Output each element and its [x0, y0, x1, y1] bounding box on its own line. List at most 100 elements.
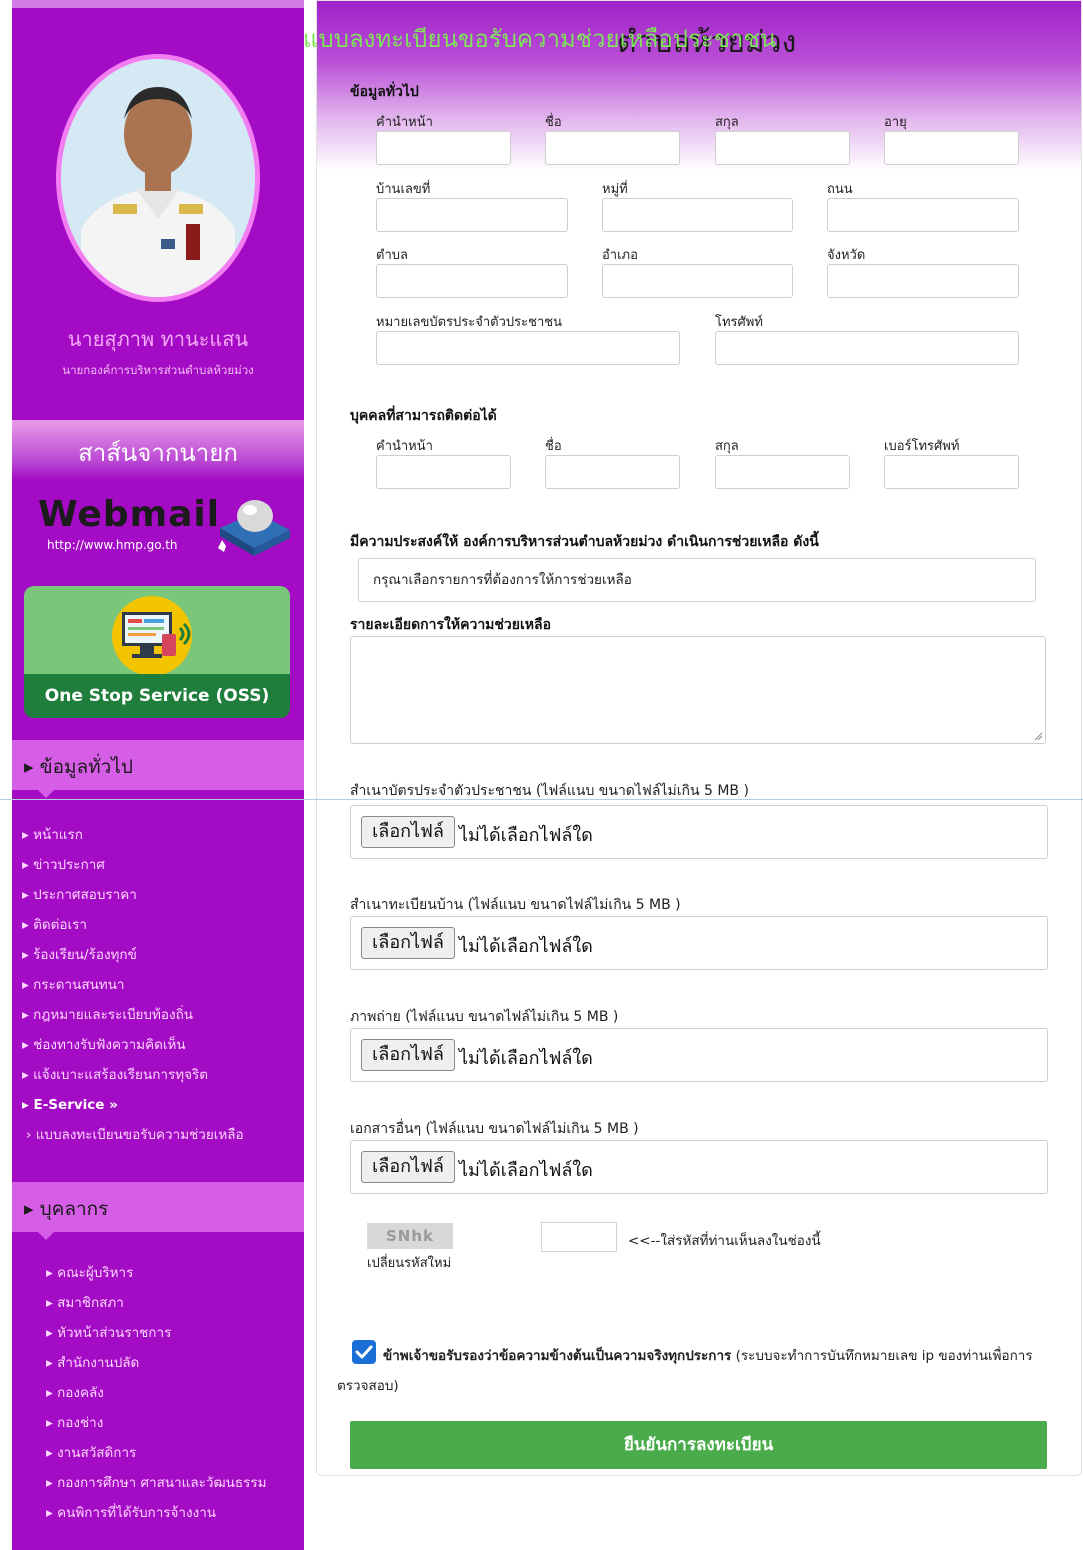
amphoe-label: อำเภอ [602, 248, 638, 263]
personnel-item-label: กองการศึกษา ศาสนาและวัฒนธรรม [57, 1475, 267, 1491]
phone-label: โทรศัพท์ [715, 315, 763, 330]
webmail-button-icon [218, 500, 290, 556]
prefix-input[interactable] [376, 131, 511, 165]
mayor-portrait [61, 59, 255, 297]
citizen-id-input[interactable] [376, 331, 680, 365]
contact-phone-input[interactable] [884, 455, 1019, 489]
last-name-input[interactable] [715, 131, 850, 165]
help-type-select[interactable]: กรุณาเลือกรายการที่ต้องการให้การช่วยเหลื… [358, 558, 1036, 602]
contact-prefix-input[interactable] [376, 455, 511, 489]
personnel-item[interactable]: ▸ คนพิการที่ได้รับการจ้างงาน [12, 1498, 304, 1528]
bullet-icon: ▸ [24, 756, 34, 778]
personnel-item[interactable]: ▸ คณะผู้บริหาร [12, 1258, 304, 1288]
section-arrow-icon [38, 790, 54, 798]
sidebar: นายสุภาพ ทานะแสน นายกองค์การบริหารส่วนตำ… [12, 0, 304, 1550]
mayor-name: นายสุภาพ ทานะแสน [67, 327, 249, 351]
personnel-item[interactable]: ▸ งานสวัสดิการ [12, 1438, 304, 1468]
agree-bold-text: ข้าพเจ้าขอรับรองว่าข้อความข้างต้นเป็นควา… [383, 1348, 732, 1364]
nav-item[interactable]: ▸ หน้าแรก [12, 820, 304, 850]
nav-item[interactable]: ▸ ข่าวประกาศ [12, 850, 304, 880]
first-name-input[interactable] [545, 131, 680, 165]
bullet-icon: ▸ [22, 887, 29, 903]
captcha-input[interactable] [541, 1222, 617, 1252]
nav-item-label: ร้องเรียน/ร้องทุกข์ [33, 947, 137, 963]
phone-input[interactable] [715, 331, 1019, 365]
nav-item[interactable]: ▸ กฎหมายและระเบียบท้องถิ่น [12, 1000, 304, 1030]
file-input-house-reg[interactable]: เลือกไฟล์ ไม่ได้เลือกไฟล์ใด [350, 916, 1048, 970]
personnel-item[interactable]: ▸ กองช่าง [12, 1408, 304, 1438]
detail-textarea[interactable] [350, 636, 1046, 744]
tambon-input[interactable] [376, 264, 568, 298]
bullet-icon: ▸ [46, 1445, 53, 1461]
moo-input[interactable] [602, 198, 793, 232]
page-title: แบบลงทะเบียนขอรับความช่วยเหลือประชาชน [303, 25, 777, 53]
submit-button[interactable]: ยืนยันการลงทะเบียน [350, 1421, 1047, 1469]
nav-item[interactable]: ▸ ประกาศสอบราคา [12, 880, 304, 910]
bullet-icon: ▸ [22, 1037, 29, 1053]
bullet-icon: ▸ [22, 1007, 29, 1023]
nav-item[interactable]: ▸ กระดานสนทนา [12, 970, 304, 1000]
road-input[interactable] [827, 198, 1019, 232]
bullet-icon: ▸ [22, 917, 29, 933]
contact-first-name-input[interactable] [545, 455, 680, 489]
choose-file-button[interactable]: เลือกไฟล์ [361, 1151, 455, 1183]
personnel-item-label: หัวหน้าส่วนราชการ [57, 1325, 172, 1341]
personnel-item[interactable]: ▸ สำนักงานปลัด [12, 1348, 304, 1378]
bullet-icon: ▸ [46, 1475, 53, 1491]
oss-link[interactable]: One Stop Service (OSS) [24, 586, 290, 718]
personnel-nav: ▸ คณะผู้บริหาร ▸ สมาชิกสภา ▸ หัวหน้าส่วน… [12, 1258, 304, 1528]
nav-item[interactable]: ▸ แจ้งเบาะแสร้องเรียนการทุจริต [12, 1060, 304, 1090]
file-input-other[interactable]: เลือกไฟล์ ไม่ได้เลือกไฟล์ใด [350, 1140, 1048, 1194]
bullet-icon: ▸ [24, 1198, 34, 1220]
section-personnel-label: บุคลากร [39, 1198, 109, 1220]
screenshot-seam-line [0, 799, 1083, 800]
age-input[interactable] [884, 131, 1019, 165]
bullet-icon: ▸ [46, 1355, 53, 1371]
bullet-icon: ▸ [22, 1097, 29, 1113]
resize-handle-icon[interactable] [1033, 731, 1043, 741]
personnel-item[interactable]: ▸ สมาชิกสภา [12, 1288, 304, 1318]
personnel-item-label: กองคลัง [57, 1385, 104, 1401]
choose-file-button[interactable]: เลือกไฟล์ [361, 927, 455, 959]
choose-file-button[interactable]: เลือกไฟล์ [361, 816, 455, 848]
personnel-item-label: คณะผู้บริหาร [57, 1265, 134, 1281]
nav-item[interactable]: ▸ ช่องทางรับฟังความคิดเห็น [12, 1030, 304, 1060]
nav-item-label: หน้าแรก [33, 827, 83, 843]
mayor-portrait-icon [61, 59, 255, 297]
webmail-link[interactable]: Webmail http://www.hmp.go.th [12, 480, 304, 576]
main-nav: ▸ หน้าแรก ▸ ข่าวประกาศ ▸ ประกาศสอบราคา ▸… [12, 820, 304, 1150]
nav-item[interactable]: ▸ ร้องเรียน/ร้องทุกข์ [12, 940, 304, 970]
personnel-item[interactable]: ▸ หัวหน้าส่วนราชการ [12, 1318, 304, 1348]
captcha-hint: <<--ใส่รหัสที่ท่านเห็นลงในช่องนี้ [628, 1233, 821, 1249]
last-name-label: สกุล [715, 115, 739, 130]
webmail-url: http://www.hmp.go.th [47, 538, 178, 552]
choose-file-button[interactable]: เลือกไฟล์ [361, 1039, 455, 1071]
purpose-title: มีความประสงค์ให้ องค์การบริหารส่วนตำบลห้… [350, 534, 819, 550]
file-input-photo[interactable]: เลือกไฟล์ ไม่ได้เลือกไฟล์ใด [350, 1028, 1048, 1082]
personnel-item-label: สมาชิกสภา [57, 1295, 124, 1311]
nav-item-label: ข่าวประกาศ [33, 857, 105, 873]
personnel-item[interactable]: ▸ กองการศึกษา ศาสนาและวัฒนธรรม [12, 1468, 304, 1498]
contact-last-name-label: สกุล [715, 439, 739, 454]
nav-item[interactable]: ▸ ติดต่อเรา [12, 910, 304, 940]
amphoe-input[interactable] [602, 264, 793, 298]
file-input-id-card[interactable]: เลือกไฟล์ ไม่ได้เลือกไฟล์ใด [350, 805, 1048, 859]
tambon-label: ตำบล [376, 248, 408, 263]
mayor-title: นายกองค์การบริหารส่วนตำบลห้วยม่วง [62, 363, 254, 377]
captcha-refresh-link[interactable]: เปลี่ยนรหัสใหม่ [367, 1252, 451, 1273]
bullet-icon: ▸ [46, 1295, 53, 1311]
province-input[interactable] [827, 264, 1019, 298]
nav-item-eservice[interactable]: ▸ E-Service » [12, 1090, 304, 1120]
bullet-icon: ▸ [22, 827, 29, 843]
personnel-item-label: กองช่าง [57, 1415, 104, 1431]
nav-item-register-help[interactable]: › แบบลงทะเบียนขอรับความช่วยเหลือ [12, 1120, 304, 1150]
contact-last-name-input[interactable] [715, 455, 850, 489]
no-file-text: ไม่ได้เลือกไฟล์ใด [459, 1160, 593, 1181]
personnel-item[interactable]: ▸ กองคลัง [12, 1378, 304, 1408]
house-no-input[interactable] [376, 198, 568, 232]
road-label: ถนน [827, 182, 853, 197]
nav-item-label: ติดต่อเรา [33, 917, 87, 933]
captcha-image: SNhk [367, 1223, 453, 1249]
nav-item-label: ประกาศสอบราคา [33, 887, 137, 903]
mayor-message-link[interactable]: สาส์นจากนายก [12, 420, 304, 480]
